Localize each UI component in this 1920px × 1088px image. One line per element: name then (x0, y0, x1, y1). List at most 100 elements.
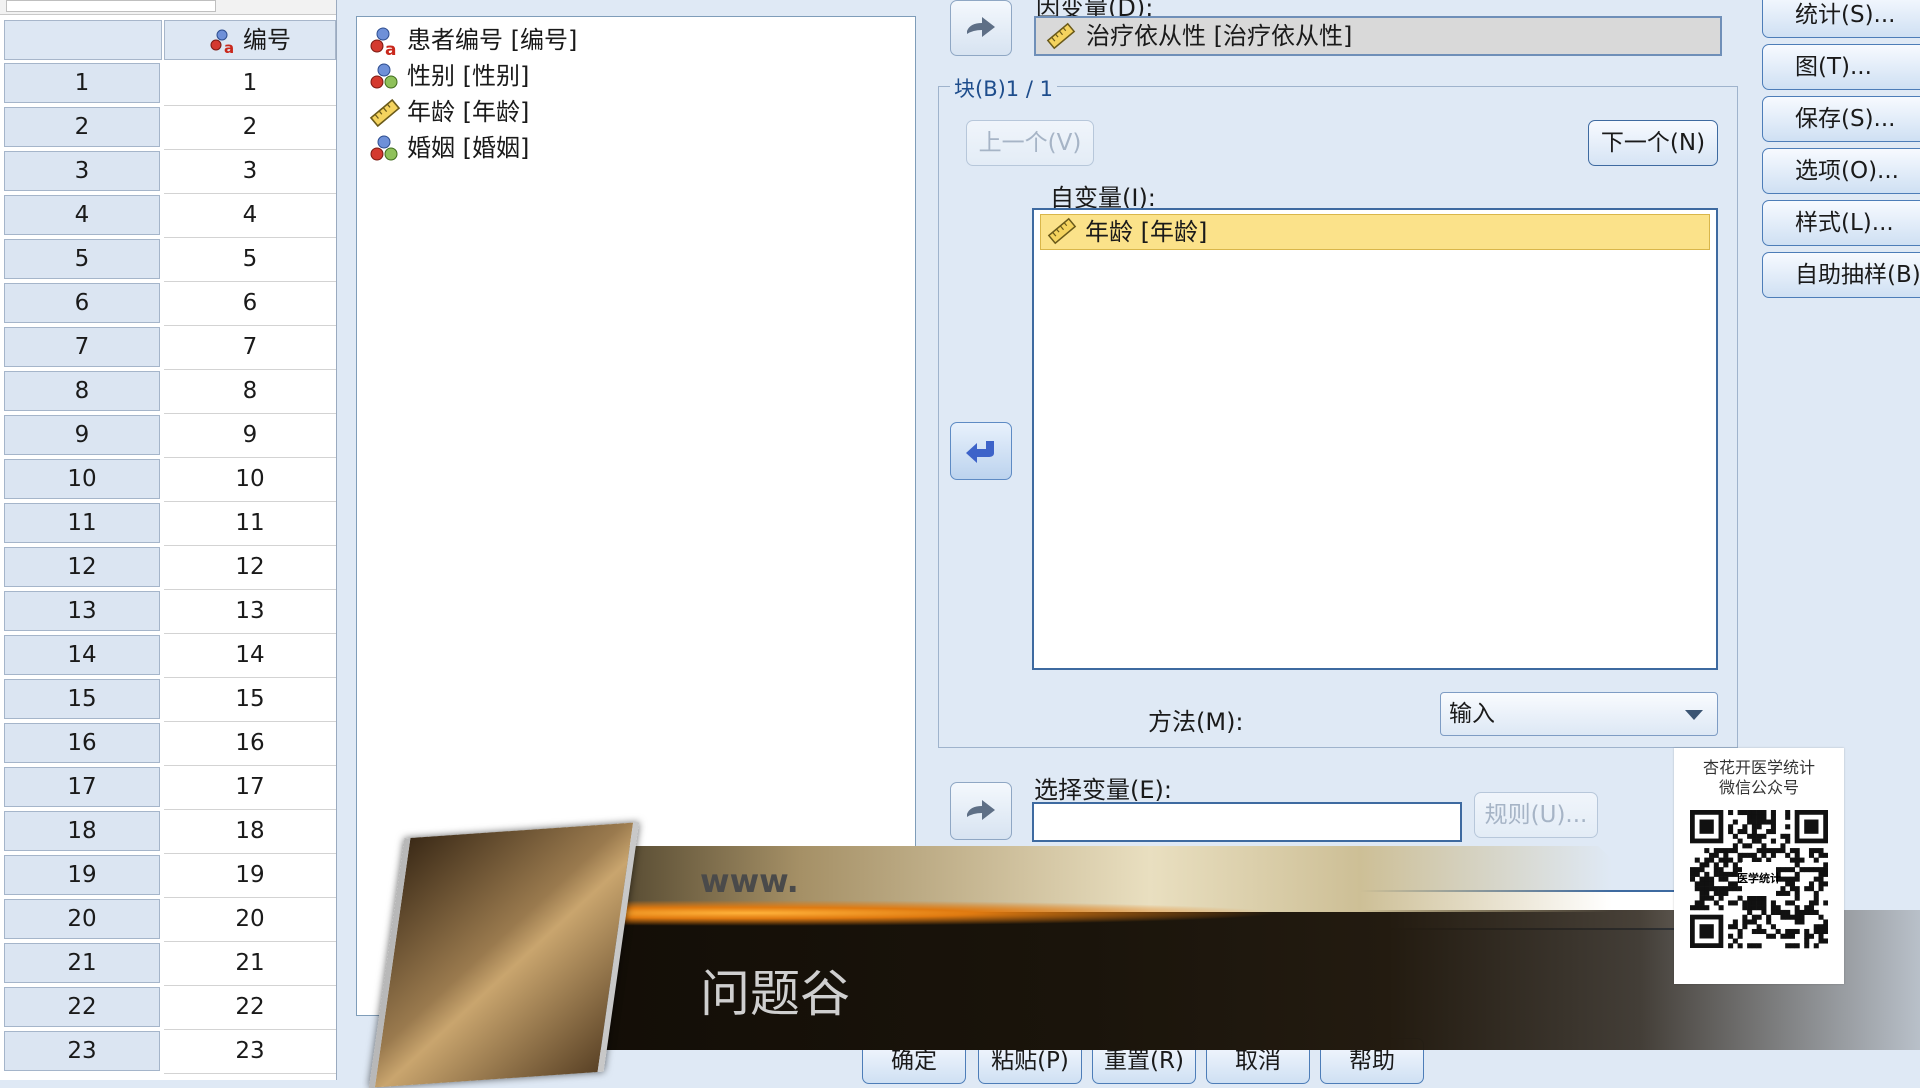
nominal-string-icon: a (210, 29, 234, 57)
table-row[interactable]: 66 (0, 282, 336, 326)
row-number-header[interactable]: 2 (4, 107, 160, 147)
table-row[interactable]: 21 21 (0, 942, 336, 986)
table-cell[interactable]: 20 (164, 898, 336, 942)
style-button[interactable]: 样式(L)... (1762, 200, 1920, 246)
row-number-header[interactable]: 1 (4, 63, 160, 103)
table-cell[interactable]: 12 (164, 546, 336, 590)
table-cell[interactable]: 2 (164, 106, 336, 150)
table-cell[interactable]: 8 (164, 370, 336, 414)
scale-ruler-icon (369, 98, 401, 128)
table-cell[interactable]: 5 (164, 238, 336, 282)
row-number-header[interactable]: 10 (4, 459, 160, 499)
row-number-header[interactable]: 4 (4, 195, 160, 235)
row-number-header[interactable]: 9 (4, 415, 160, 455)
table-cell[interactable]: 17 (164, 766, 336, 810)
bootstrap-button[interactable]: 自助抽样(B)... (1762, 252, 1920, 298)
row-number-header[interactable]: 13 (4, 591, 160, 631)
next-block-button[interactable]: 下一个(N) (1588, 120, 1718, 166)
table-cell[interactable]: 21 (164, 942, 336, 986)
column-header-bianhao[interactable]: a 编号 (164, 20, 336, 60)
table-row[interactable]: 23 23 (0, 1030, 336, 1074)
cell-reference-field[interactable] (6, 0, 216, 12)
method-select[interactable]: 输入 (1440, 692, 1718, 736)
table-cell[interactable]: 1 (164, 62, 336, 106)
row-number-header[interactable]: 14 (4, 635, 160, 675)
table-cell[interactable]: 4 (164, 194, 336, 238)
independent-variable-list[interactable]: 年龄 [年龄] (1032, 208, 1718, 670)
source-variable-item[interactable]: 性别 [性别] (369, 59, 529, 93)
row-number-header[interactable]: 7 (4, 327, 160, 367)
plots-button[interactable]: 图(T)... (1762, 44, 1920, 90)
grid-top-strip (0, 0, 336, 15)
table-cell[interactable]: 10 (164, 458, 336, 502)
table-row[interactable]: 11 (0, 62, 336, 106)
independent-item-age[interactable]: 年龄 [年龄] (1040, 214, 1710, 250)
table-row[interactable]: 33 (0, 150, 336, 194)
previous-block-button[interactable]: 上一个(V) (966, 120, 1094, 166)
source-variable-item[interactable]: 婚姻 [婚姻] (369, 131, 529, 165)
table-row[interactable]: 20 20 (0, 898, 336, 942)
save-button[interactable]: 保存(S)... (1762, 96, 1920, 142)
dependent-field[interactable]: 治疗依从性 [治疗依从性] (1034, 16, 1722, 56)
row-number-header[interactable]: 23 (4, 1031, 160, 1071)
table-row[interactable]: 18 18 (0, 810, 336, 854)
table-row[interactable]: 12 12 (0, 546, 336, 590)
table-cell[interactable]: 6 (164, 282, 336, 326)
table-cell[interactable]: 16 (164, 722, 336, 766)
table-cell[interactable]: 9 (164, 414, 336, 458)
selection-variable-field[interactable] (1032, 802, 1462, 842)
row-number-header[interactable]: 19 (4, 855, 160, 895)
row-number-header[interactable]: 20 (4, 899, 160, 939)
row-number-header[interactable]: 16 (4, 723, 160, 763)
table-cell[interactable]: 22 (164, 986, 336, 1030)
table-cell[interactable]: 3 (164, 150, 336, 194)
row-number-header[interactable]: 11 (4, 503, 160, 543)
move-independent-arrow-button[interactable] (950, 422, 1012, 480)
row-number-header[interactable]: 18 (4, 811, 160, 851)
move-dependent-arrow-button[interactable] (950, 0, 1012, 56)
row-number-header[interactable]: 6 (4, 283, 160, 323)
table-cell[interactable]: 7 (164, 326, 336, 370)
table-row[interactable]: 16 16 (0, 722, 336, 766)
table-row[interactable]: 44 (0, 194, 336, 238)
grid-corner-header[interactable] (4, 20, 162, 60)
table-row[interactable]: 10 10 (0, 458, 336, 502)
table-row[interactable]: 22 (0, 106, 336, 150)
table-row[interactable]: 99 (0, 414, 336, 458)
table-row[interactable]: 55 (0, 238, 336, 282)
rule-button[interactable]: 规则(U)... (1474, 792, 1598, 838)
table-cell[interactable]: 15 (164, 678, 336, 722)
row-number-header[interactable]: 21 (4, 943, 160, 983)
table-row[interactable]: 88 (0, 370, 336, 414)
table-row[interactable]: 17 17 (0, 766, 336, 810)
statistics-button[interactable]: 统计(S)... (1762, 0, 1920, 38)
table-cell[interactable]: 19 (164, 854, 336, 898)
table-cell[interactable]: 23 (164, 1030, 336, 1074)
table-row[interactable]: 22 22 (0, 986, 336, 1030)
table-cell[interactable]: 18 (164, 810, 336, 854)
table-row[interactable]: 13 13 (0, 590, 336, 634)
options-button[interactable]: 选项(O)... (1762, 148, 1920, 194)
row-number-header[interactable]: 5 (4, 239, 160, 279)
row-number-header[interactable]: 8 (4, 371, 160, 411)
scale-ruler-icon (1046, 22, 1076, 50)
block-title: 块(B)1 / 1 (950, 73, 1057, 103)
table-row[interactable]: 77 (0, 326, 336, 370)
move-selection-arrow-button[interactable] (950, 782, 1012, 840)
table-row[interactable]: 19 19 (0, 854, 336, 898)
source-variable-item[interactable]: a 患者编号 [编号] (369, 23, 577, 60)
table-row[interactable]: 15 15 (0, 678, 336, 722)
table-row[interactable]: 14 14 (0, 634, 336, 678)
data-grid[interactable]: a 编号 1 1 2 2 3 3 4 4 5 5 6 6 7 7 8 8 9 9 10 10 11 11 12 12 13 13 1… (0, 0, 337, 1080)
table-cell[interactable]: 14 (164, 634, 336, 678)
row-number-header[interactable]: 12 (4, 547, 160, 587)
source-variable-item[interactable]: 年龄 [年龄] (369, 95, 529, 129)
table-cell[interactable]: 11 (164, 502, 336, 546)
svg-text:a: a (224, 39, 234, 54)
row-number-header[interactable]: 17 (4, 767, 160, 807)
row-number-header[interactable]: 22 (4, 987, 160, 1027)
row-number-header[interactable]: 3 (4, 151, 160, 191)
table-row[interactable]: 11 11 (0, 502, 336, 546)
table-cell[interactable]: 13 (164, 590, 336, 634)
row-number-header[interactable]: 15 (4, 679, 160, 719)
